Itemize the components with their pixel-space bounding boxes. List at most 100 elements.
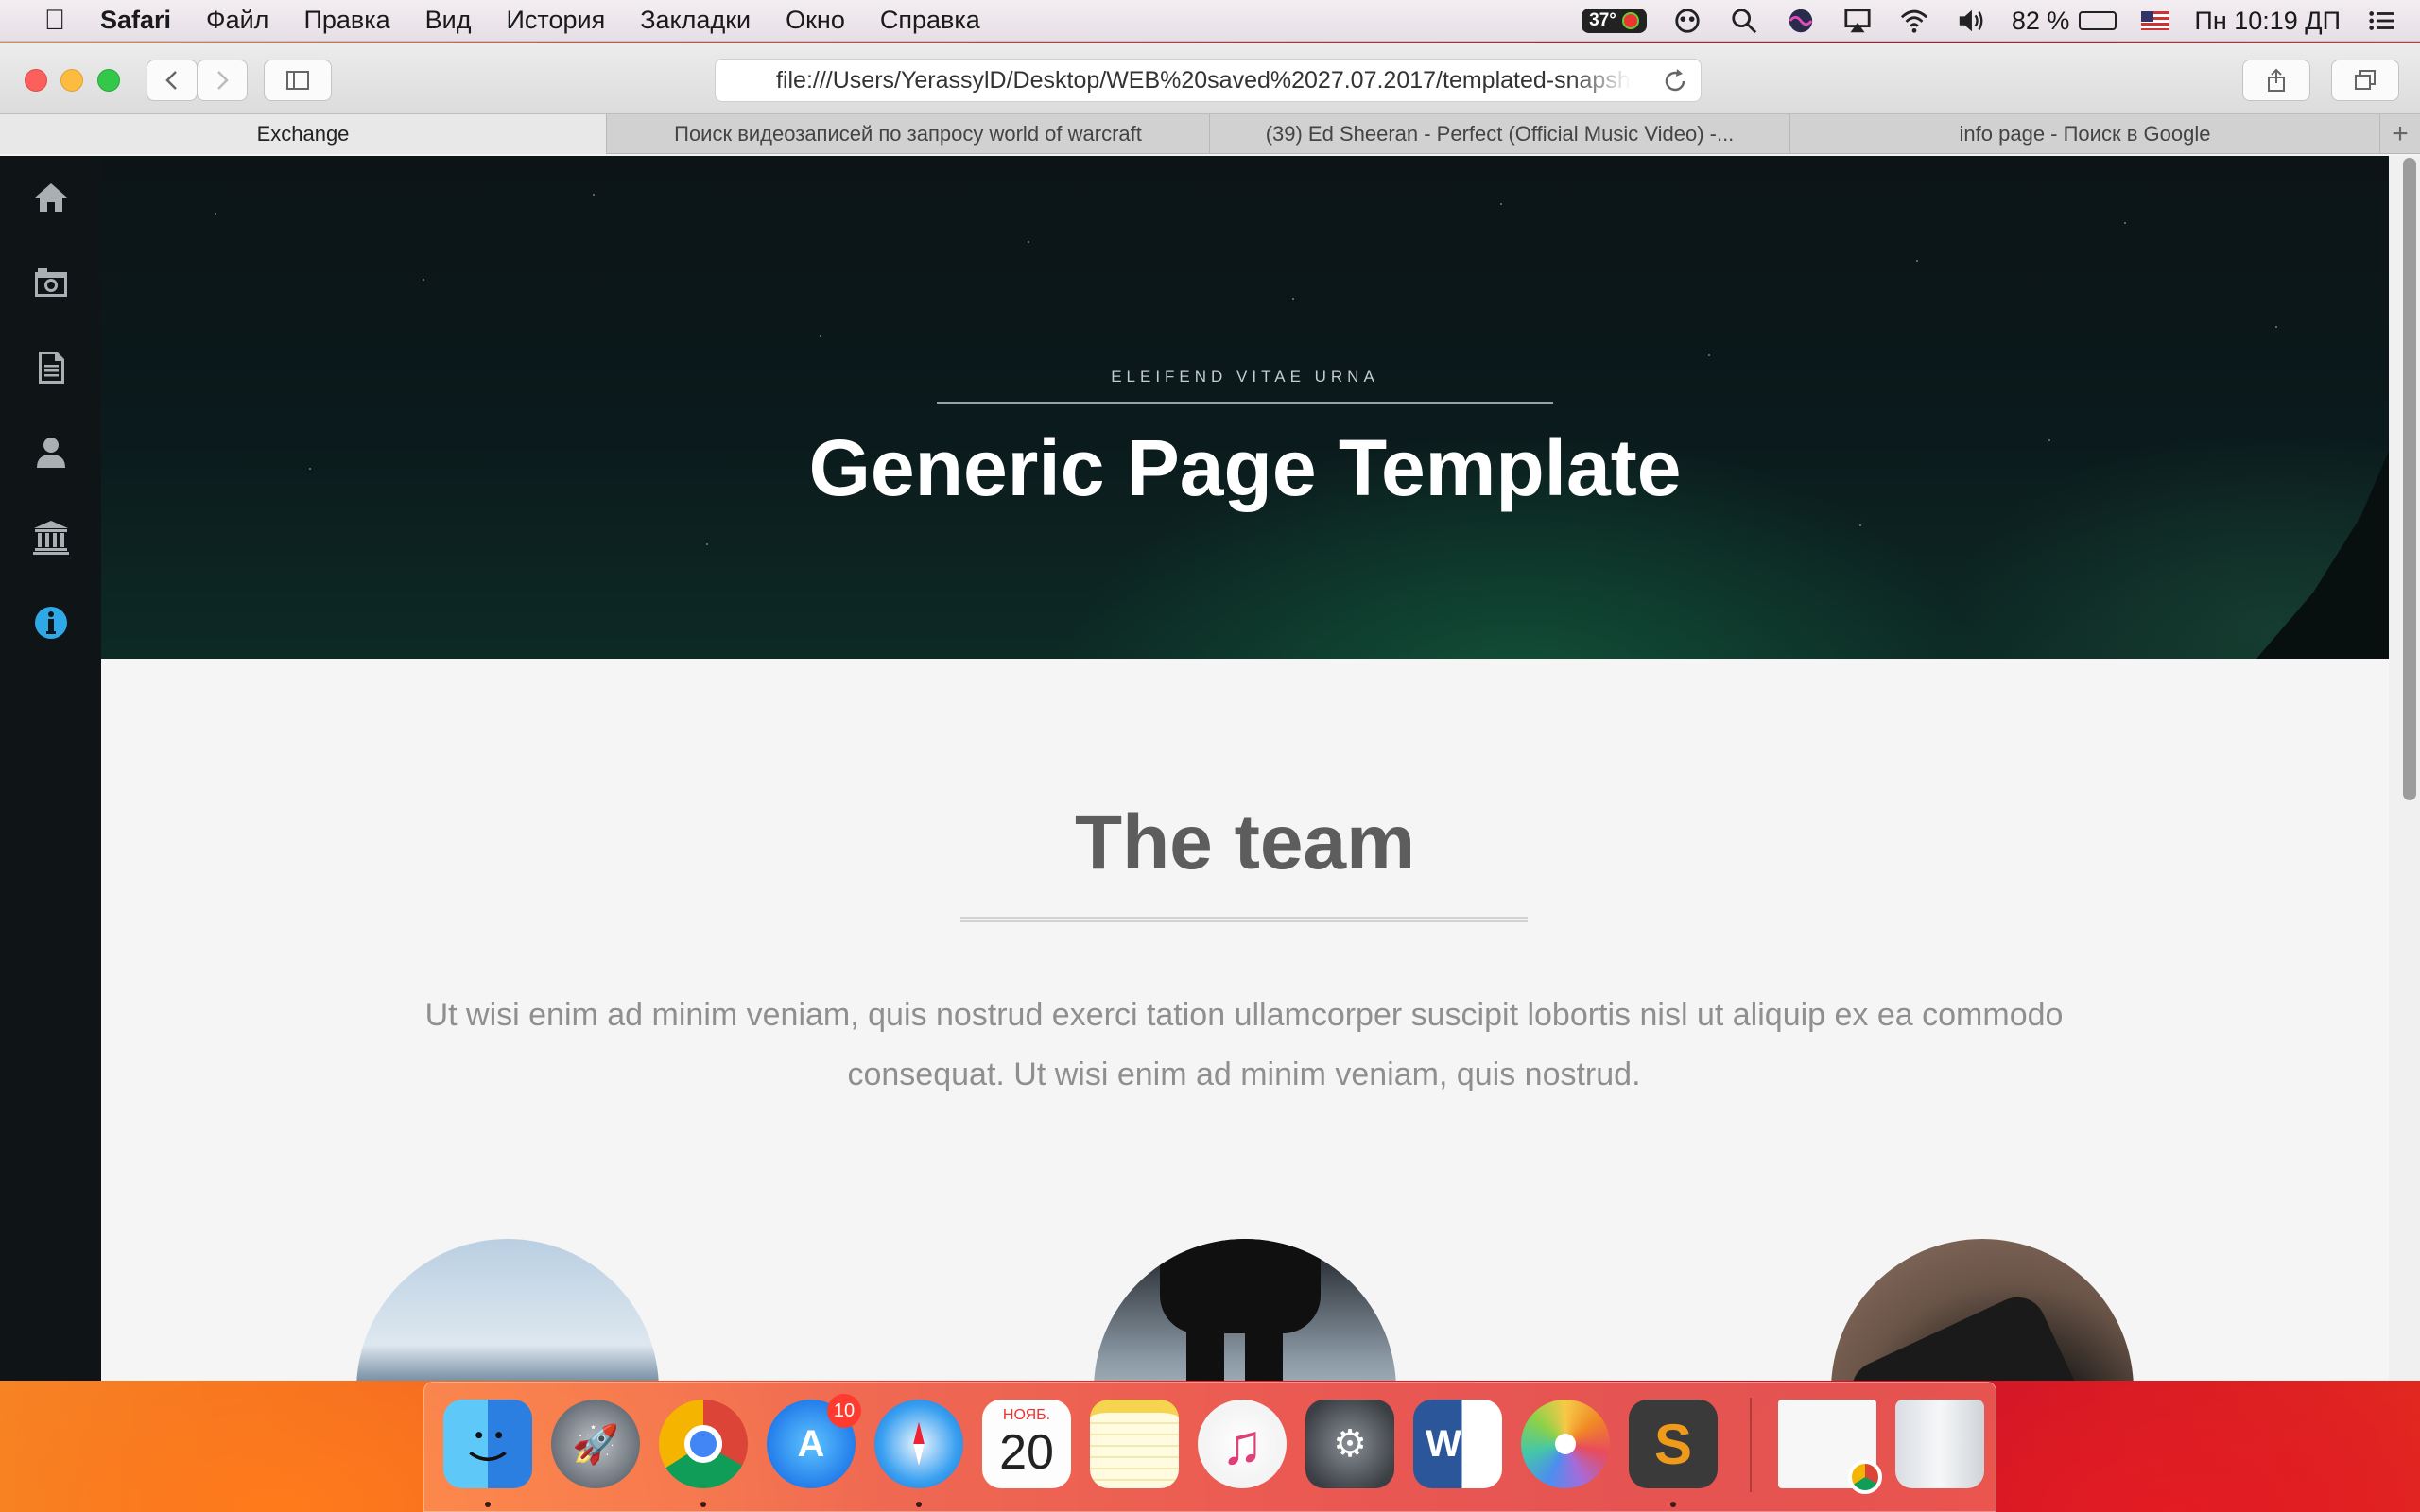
menu-app-name[interactable]: Safari — [100, 6, 171, 35]
gear-icon: ⚙ — [1333, 1423, 1367, 1465]
team-description: Ut wisi enim ad minim veniam, quis nostr… — [424, 997, 2064, 1092]
notification-center-icon[interactable] — [2365, 7, 2397, 35]
info-icon — [34, 607, 67, 639]
back-button[interactable] — [147, 60, 198, 101]
forward-button[interactable] — [197, 60, 248, 101]
chevron-left-icon — [165, 71, 177, 90]
show-all-tabs-button[interactable] — [2331, 60, 2399, 101]
tab-title: Exchange — [256, 122, 350, 146]
menu-edit[interactable]: Правка — [303, 6, 389, 35]
page-title: Generic Page Template — [808, 423, 1682, 512]
dock-separator — [1750, 1398, 1752, 1492]
wifi-icon[interactable] — [1898, 7, 1930, 35]
dock-trash[interactable] — [1895, 1400, 1984, 1488]
camera-photo — [1842, 1287, 2103, 1381]
url-text: file:///Users/YerassylD/Desktop/WEB%20sa… — [776, 66, 1631, 94]
web-content: ELEIFEND VITAE URNA Generic Page Templat… — [0, 156, 2420, 1381]
hero-eyebrow: ELEIFEND VITAE URNA — [1111, 368, 1379, 386]
dock-finder[interactable] — [443, 1400, 532, 1488]
nav-info[interactable] — [0, 594, 101, 651]
new-tab-button[interactable]: + — [2380, 114, 2420, 153]
scrollbar-track — [2389, 156, 2420, 1381]
person-leg — [1245, 1324, 1283, 1381]
compass-icon — [913, 1421, 925, 1467]
rocket-icon: 🚀 — [572, 1423, 619, 1466]
share-icon — [2268, 68, 2285, 92]
team-member-avatar[interactable] — [1094, 1239, 1396, 1381]
page-side-navigation — [0, 156, 101, 1381]
tab-ed-sheeran[interactable]: (39) Ed Sheeran - Perfect (Official Musi… — [1210, 114, 1790, 154]
nav-home[interactable] — [0, 169, 101, 226]
menu-bookmarks[interactable]: Закладки — [640, 6, 751, 35]
input-source-flag-icon[interactable] — [2141, 11, 2170, 30]
volume-icon[interactable] — [1955, 7, 1987, 35]
camera-icon — [34, 268, 67, 297]
temperature-dot-icon — [1621, 12, 1639, 29]
tab-title: (39) Ed Sheeran - Perfect (Official Musi… — [1265, 122, 1735, 146]
dock-system-preferences[interactable]: ⚙ — [1305, 1400, 1394, 1488]
dock-notes[interactable] — [1090, 1400, 1179, 1488]
nav-gallery[interactable] — [0, 254, 101, 311]
menu-file[interactable]: Файл — [206, 6, 268, 35]
calendar-day: 20 — [999, 1425, 1054, 1480]
menu-help[interactable]: Справка — [880, 6, 980, 35]
tab-title: info page - Поиск в Google — [1959, 122, 2211, 146]
sublime-icon: S — [1653, 1412, 1693, 1476]
dock-launchpad[interactable]: 🚀 — [551, 1400, 640, 1488]
dock-chrome[interactable] — [659, 1400, 748, 1488]
battery-status[interactable]: 82 % — [2012, 7, 2118, 36]
dock-sublime-text[interactable]: S — [1629, 1400, 1718, 1488]
photos-icon — [1555, 1434, 1576, 1454]
close-window-button[interactable] — [25, 69, 47, 92]
temperature-status[interactable]: 37° — [1582, 9, 1647, 33]
dock-app-store[interactable]: A 10 — [767, 1394, 861, 1488]
tab-video-search[interactable]: Поиск видеозаписей по запросу world of w… — [607, 114, 1210, 154]
menu-history[interactable]: История — [507, 6, 606, 35]
menu-bar:  Safari Файл Правка Вид История Закладк… — [0, 0, 2420, 42]
safari-window: file:///Users/YerassylD/Desktop/WEB%20sa… — [0, 43, 2420, 1381]
user-icon — [36, 438, 65, 468]
dock-word[interactable]: W — [1413, 1400, 1502, 1488]
airplay-icon[interactable] — [1841, 7, 1874, 35]
dock-safari[interactable] — [874, 1400, 963, 1488]
sidebar-icon — [286, 71, 309, 90]
dock-itunes[interactable]: ♫ — [1198, 1400, 1287, 1488]
dock-photos[interactable] — [1521, 1400, 1610, 1488]
nav-profile[interactable] — [0, 424, 101, 481]
spotlight-search-icon[interactable] — [1728, 7, 1760, 35]
reload-icon[interactable] — [1661, 67, 1689, 95]
chrome-badge-icon — [1848, 1460, 1882, 1494]
address-bar[interactable]: file:///Users/YerassylD/Desktop/WEB%20sa… — [715, 59, 1702, 102]
zoom-window-button[interactable] — [97, 69, 120, 92]
tab-bar: Exchange Поиск видеозаписей по запросу w… — [0, 114, 2420, 154]
nav-documents[interactable] — [0, 339, 101, 396]
team-member-avatar[interactable] — [1831, 1239, 2134, 1381]
calendar-month: НОЯБ. — [1002, 1407, 1051, 1423]
bank-icon — [32, 521, 69, 555]
tab-exchange[interactable]: Exchange — [0, 114, 607, 154]
menu-view[interactable]: Вид — [425, 6, 472, 35]
siri-icon[interactable] — [1785, 7, 1817, 35]
apple-menu-icon[interactable]:  — [38, 5, 72, 37]
scrollbar-thumb[interactable] — [2403, 158, 2416, 800]
dock-downloads-stack[interactable] — [1778, 1400, 1882, 1494]
sidebar-toggle-button[interactable] — [264, 60, 332, 101]
word-icon: W — [1426, 1422, 1461, 1465]
dock-calendar[interactable]: НОЯБ. 20 — [982, 1400, 1071, 1488]
privacy-mask-icon[interactable] — [1671, 7, 1703, 35]
person-silhouette — [1160, 1239, 1321, 1333]
tab-google-search[interactable]: info page - Поиск в Google — [1790, 114, 2380, 154]
menu-window[interactable]: Окно — [786, 6, 845, 35]
battery-percent-label: 82 % — [2011, 6, 2070, 35]
clock[interactable]: Пн 10:19 ДП — [2194, 7, 2341, 36]
minimize-window-button[interactable] — [60, 69, 83, 92]
nav-institution[interactable] — [0, 509, 101, 566]
chrome-icon — [684, 1425, 722, 1463]
chevron-right-icon — [217, 71, 229, 90]
share-button[interactable] — [2242, 60, 2310, 101]
notification-badge: 10 — [827, 1394, 861, 1428]
team-member-avatar[interactable] — [356, 1239, 659, 1381]
temperature-label: 37° — [1589, 10, 1616, 30]
tab-title: Поиск видеозаписей по запросу world of w… — [674, 122, 1142, 146]
hero-banner: ELEIFEND VITAE URNA Generic Page Templat… — [101, 156, 2389, 659]
